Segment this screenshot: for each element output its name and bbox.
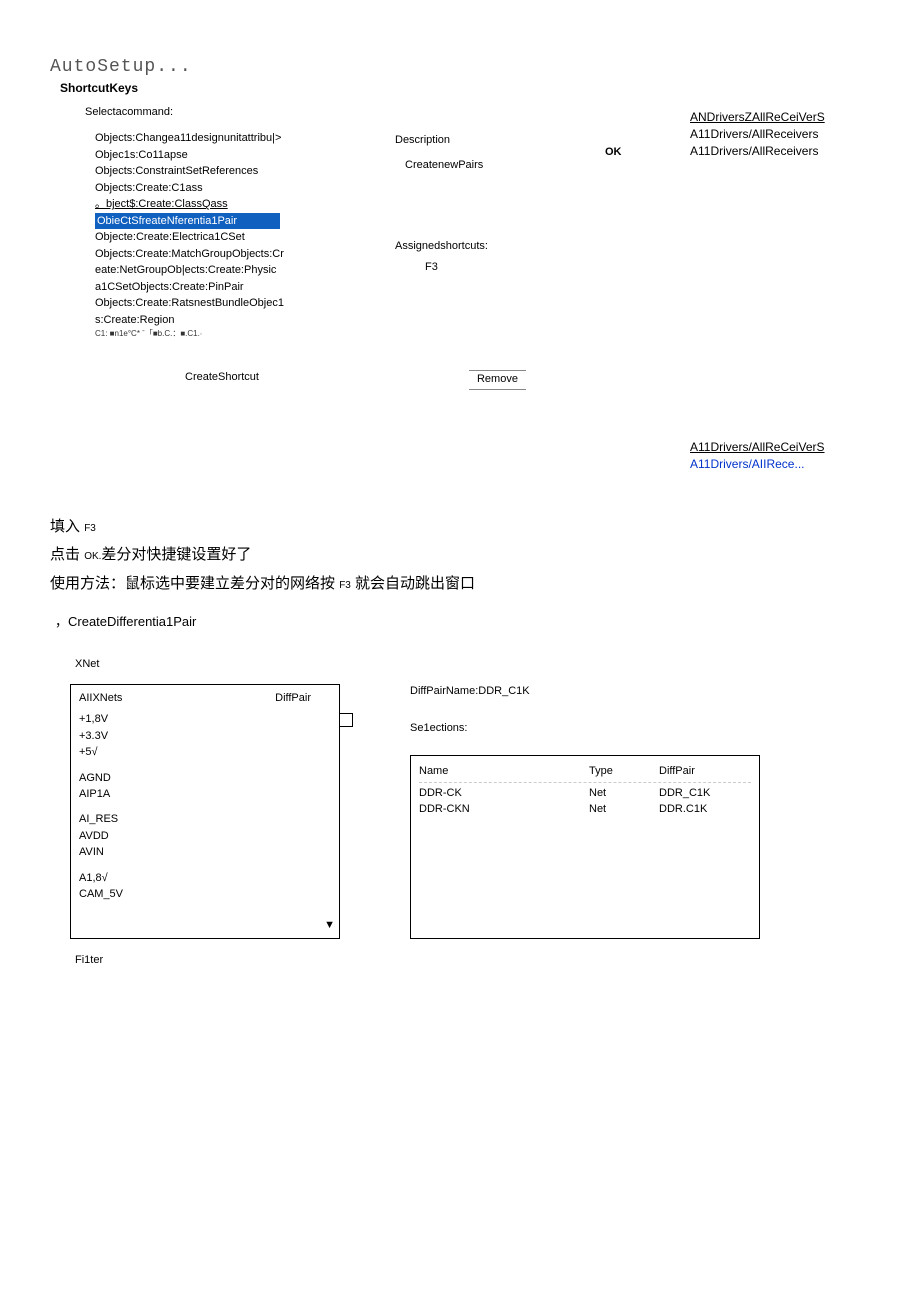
selections-table: Name Type DiffPair DDR-CK Net DDR_C1K DD… [410,755,760,939]
cmd-item[interactable]: Objects:Changea11designunitattribu|> [95,130,365,147]
xnet-item[interactable]: AVDD [79,829,331,844]
xnet-item[interactable]: A1,8√ [79,871,331,886]
xnet-item[interactable]: AVIN [79,845,331,860]
instruction-text: 填入 F3 点击 OK.差分对快捷键设置好了 使用方法：鼠标选中要建立差分对的网… [50,513,870,599]
cmd-item[interactable]: Objecte:Create:Electrica1CSet [95,229,365,246]
cmd-item[interactable]: s:Create:Region [95,312,365,329]
scroll-down-icon[interactable]: ▼ [324,918,335,933]
select-command-label: Selectacommand: [85,105,365,120]
col-diffpair: DiffPair [659,764,695,779]
cmd-item[interactable]: Objects:Create:MatchGroupObjects:Cr [95,246,365,263]
xnet-item[interactable]: +1,8V [79,712,331,727]
xnet-item[interactable]: +5√ [79,745,331,760]
cell-name: DDR-CK [419,786,589,801]
side-link[interactable]: A11Drivers/AllReCeiVerS [690,439,870,456]
diffpair-name-field: DiffPairName:DDR_C1K [410,684,760,699]
xnet-item[interactable]: +3.3V [79,729,331,744]
xnet-col-diffpair: DiffPair [275,691,311,706]
filter-label: Fi1ter [75,953,870,968]
side-link[interactable]: A11Drivers/AllReceivers [690,143,870,160]
table-row[interactable]: DDR-CKN Net DDR.C1K [419,802,751,817]
xnet-items[interactable]: +1,8V +3.3V +5√ AGND AIP1A AI_RES AVDD A… [79,712,331,902]
cmd-item[interactable]: Objects:ConstraintSetReferences [95,163,365,180]
side-link[interactable]: ANDriversZAllReCeiVerS [690,109,870,126]
selections-label: Se1ections: [410,721,760,736]
xnet-col-allxnets: AIIXNets [79,691,122,706]
xnet-item[interactable]: AI_RES [79,812,331,827]
create-diff-pair-title: ，CreateDifferentia1Pair [55,613,870,631]
assigned-shortcuts-label: Assignedshortcuts: [395,239,575,254]
cmd-item[interactable]: Objects:Create:RatsnestBundleObjec1 [95,295,365,312]
side-link[interactable]: A11Drivers/AIIRece... [690,456,870,473]
cmd-item[interactable]: Objec1s:Co11apse [95,147,365,164]
ok-button[interactable]: OK [605,145,685,160]
col-name: Name [419,764,589,779]
remove-button[interactable]: Remove [469,370,526,389]
cmd-item[interactable]: Objects:Create:C1ass [95,180,365,197]
create-shortcut-button[interactable]: CreateShortcut [185,370,259,385]
cmd-item[interactable]: eate:NetGroupOb|ects:Create:Physic [95,262,365,279]
shortcut-dialog: Selectacommand: Objects:Changea11designu… [85,105,690,340]
cmd-item[interactable]: 。bject$:Create:ClassQass [95,196,365,213]
autosetup-title: AutoSetup... [50,55,870,80]
command-list[interactable]: Objects:Changea11designunitattribu|> Obj… [95,130,365,340]
xnet-listbox[interactable]: AIIXNets DiffPair +1,8V +3.3V +5√ AGND A… [70,684,340,939]
assigned-shortcut-value: F3 [425,260,575,275]
xnet-item[interactable]: CAM_5V [79,887,331,902]
cell-type: Net [589,786,659,801]
table-row[interactable]: DDR-CK Net DDR_C1K [419,786,751,801]
cmd-item-selected[interactable]: ObieCtSfreateNferentia1Pair [95,213,280,230]
side-links-top: ANDriversZAllReCeiVerS A11Drivers/AllRec… [690,109,870,473]
scroll-thumb[interactable] [339,713,353,727]
cell-name: DDR-CKN [419,802,589,817]
cell-type: Net [589,802,659,817]
description-label: Description [395,133,575,148]
col-type: Type [589,764,659,779]
cmd-item[interactable]: a1CSetObjects:Create:PinPair [95,279,365,296]
description-body: CreatenewPairs [405,158,575,173]
cell-diffpair: DDR_C1K [659,786,710,801]
side-link[interactable]: A11Drivers/AllReceivers [690,126,870,143]
cell-diffpair: DDR.C1K [659,802,707,817]
shortcutkeys-label: ShortcutKeys [60,80,870,97]
xnet-item[interactable]: AIP1A [79,787,331,802]
xnet-item[interactable]: AGND [79,771,331,786]
xnet-label: XNet [75,657,870,672]
cmd-item[interactable]: C1: ■n1e°C* ˉ「■b.C.：■.C1.∙ [95,328,365,340]
